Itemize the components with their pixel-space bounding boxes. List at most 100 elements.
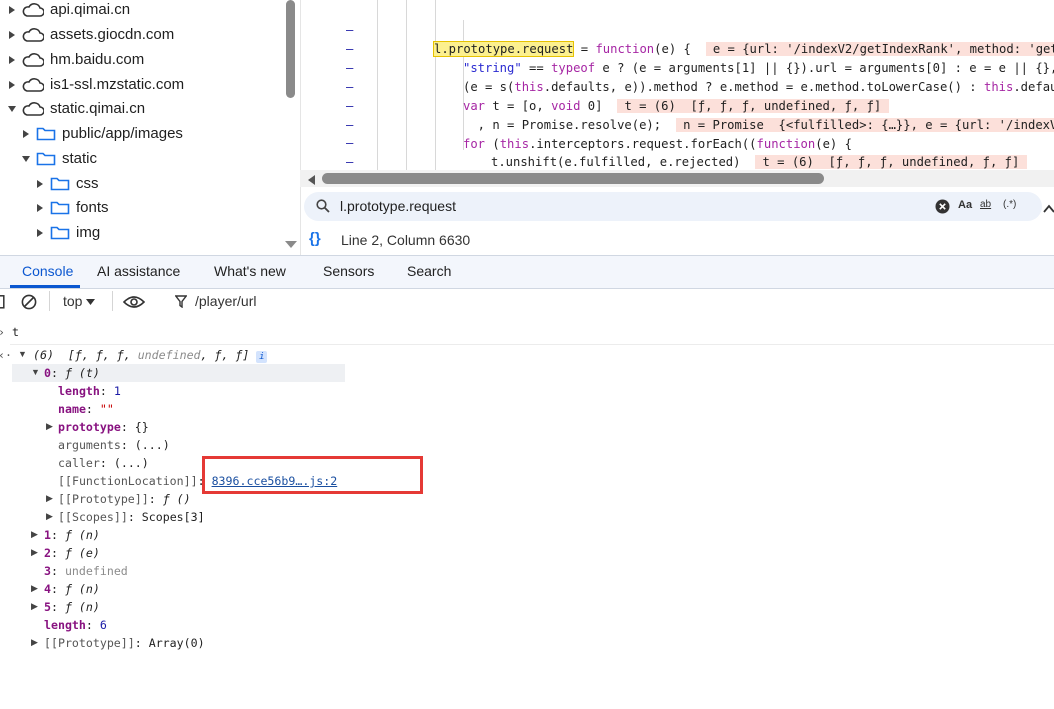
array-entry[interactable]: 2: ƒ (e) [44, 544, 100, 562]
annotation-red-box [202, 456, 423, 494]
tree-item-domain[interactable]: api.qimai.cn [0, 0, 290, 22]
tree-item-folder[interactable]: css [0, 171, 290, 196]
expand-triangle-right-icon[interactable]: ▶ [46, 493, 53, 504]
chevron-right-icon[interactable] [34, 202, 46, 214]
tree-item-folder[interactable]: fonts [0, 195, 290, 220]
scroll-down-arrow-icon[interactable] [284, 236, 298, 254]
tree-item-label: is1-ssl.mzstatic.com [50, 76, 185, 93]
search-query: l.prototype.request [340, 198, 456, 214]
tab-console[interactable]: Console [22, 263, 73, 279]
chevron-right-icon[interactable] [6, 79, 18, 91]
tree-item-label: css [76, 175, 99, 192]
tree-scrollbar-thumb[interactable] [286, 0, 295, 98]
property-row[interactable]: arguments: (...) [58, 436, 170, 454]
tab-whats-new[interactable]: What's new [214, 263, 286, 279]
expand-triangle-right-icon[interactable]: ▶ [46, 511, 53, 522]
chevron-right-icon[interactable] [6, 4, 18, 16]
property-row[interactable]: [[Prototype]]: Array(0) [44, 634, 205, 652]
match-case-button[interactable]: Aa [958, 199, 972, 211]
chevron-right-icon[interactable] [6, 54, 18, 66]
tree-item-domain[interactable]: assets.giocdn.com [0, 22, 290, 47]
folder-icon [50, 176, 70, 191]
chevron-right-icon[interactable] [20, 128, 32, 140]
source-editor[interactable]: – l.prototype.request = function(e) { e … [300, 0, 1054, 188]
tree-item-folder[interactable]: public/app/images [0, 121, 290, 146]
info-badge-icon[interactable]: i [256, 351, 268, 363]
array-entry[interactable]: 4: ƒ (n) [44, 580, 100, 598]
entry-value: ƒ (n) [64, 582, 100, 596]
caret-down-icon [86, 293, 96, 309]
eye-icon[interactable] [122, 295, 146, 312]
expand-triangle-down-icon[interactable]: ▼ [31, 367, 40, 377]
tree-item-label: assets.giocdn.com [50, 26, 175, 43]
property-row: name: "" [58, 402, 114, 416]
clear-search-icon[interactable] [935, 199, 950, 219]
folder-icon [36, 126, 56, 141]
property-value: 1 [113, 384, 121, 398]
property-value: Scopes[3] [141, 510, 205, 524]
editor-scrollbar-thumb[interactable] [322, 173, 824, 184]
console-input-echo: t [12, 325, 19, 339]
toolbar-divider [49, 291, 50, 311]
tree-item-domain[interactable]: hm.baidu.com [0, 47, 290, 72]
code-line: – t.unshift(e.fulfilled, e.rejected) t =… [301, 115, 1054, 169]
context-selector[interactable]: top [63, 293, 96, 309]
chevron-down-icon[interactable] [20, 153, 32, 165]
expand-triangle-right-icon[interactable]: ▶ [31, 583, 38, 594]
tab-sensors[interactable]: Sensors [323, 263, 374, 279]
property-row[interactable]: caller: (...) [58, 454, 149, 472]
console-toolbar: top /player/url [0, 289, 1054, 317]
folder-icon [50, 200, 70, 215]
tree-item-label: static.qimai.cn [50, 100, 146, 117]
summary-text: (6) [ƒ, ƒ, ƒ, [33, 348, 138, 362]
active-tab-indicator [10, 285, 80, 288]
code-line: – (e = s(this.defaults, e)).method ? e.m… [301, 40, 1054, 94]
chevron-down-icon[interactable] [6, 103, 18, 115]
property-row[interactable]: [[Prototype]]: ƒ () [58, 490, 191, 508]
input-prompt-icon: › [0, 323, 5, 341]
sidebar-toggle-icon[interactable] [0, 295, 5, 312]
property-key: length [58, 384, 100, 398]
property-key: length [44, 618, 86, 632]
tree-item-folder[interactable]: img [0, 220, 290, 245]
array-entry: 3: undefined [44, 564, 128, 578]
chevron-right-icon[interactable] [34, 227, 46, 239]
array-entry[interactable]: 5: ƒ (n) [44, 598, 100, 616]
expand-triangle-right-icon[interactable]: ▶ [31, 529, 38, 540]
regex-button[interactable]: (.*) [1003, 199, 1016, 210]
chevron-right-icon[interactable] [34, 178, 46, 190]
expand-triangle-down-icon[interactable]: ▼ [18, 349, 27, 359]
chevron-up-icon[interactable] [1043, 200, 1054, 218]
tree-item-label: fonts [76, 199, 109, 216]
tab-search[interactable]: Search [407, 263, 451, 279]
entry-value: ƒ (n) [64, 528, 100, 542]
code-line: – , n = Promise.resolve(e); n = Promise … [301, 78, 1054, 132]
property-value: {} [134, 420, 149, 434]
property-key: caller [58, 456, 100, 470]
array-summary[interactable]: (6) [ƒ, ƒ, ƒ, undefined, ƒ, ƒ] i [33, 346, 268, 364]
property-row[interactable]: prototype: {} [58, 418, 149, 436]
expand-triangle-right-icon[interactable]: ▶ [46, 421, 53, 432]
chevron-right-icon[interactable] [6, 29, 18, 41]
search-input[interactable]: l.prototype.request Aa ab (.*) [304, 192, 1042, 221]
match-whole-word-button[interactable]: ab [980, 199, 991, 210]
array-entry[interactable]: 1: ƒ (n) [44, 526, 100, 544]
code-line: – )), [301, 152, 1054, 187]
entry-key: 4 [44, 582, 51, 596]
code-line: – var t = [o, void 0] t = (6) [ƒ, ƒ, ƒ, … [301, 59, 1054, 113]
tree-item-folder[interactable]: static [0, 146, 290, 171]
clear-console-icon[interactable] [21, 294, 37, 313]
cloud-icon [22, 52, 44, 67]
tab-ai-assistance[interactable]: AI assistance [97, 263, 180, 279]
tree-item-domain[interactable]: is1-ssl.mzstatic.com [0, 72, 290, 97]
pretty-print-icon[interactable]: {} [309, 230, 321, 247]
array-entry[interactable]: 0: ƒ (t) [44, 364, 100, 382]
console-filter-input[interactable]: /player/url [195, 293, 256, 309]
tree-item-domain[interactable]: static.qimai.cn [0, 96, 290, 121]
entry-key: 5 [44, 600, 51, 614]
expand-triangle-right-icon[interactable]: ▶ [31, 547, 38, 558]
property-row[interactable]: [[Scopes]]: Scopes[3] [58, 508, 205, 526]
property-value: ƒ () [162, 492, 191, 506]
expand-triangle-right-icon[interactable]: ▶ [31, 637, 38, 648]
expand-triangle-right-icon[interactable]: ▶ [31, 601, 38, 612]
